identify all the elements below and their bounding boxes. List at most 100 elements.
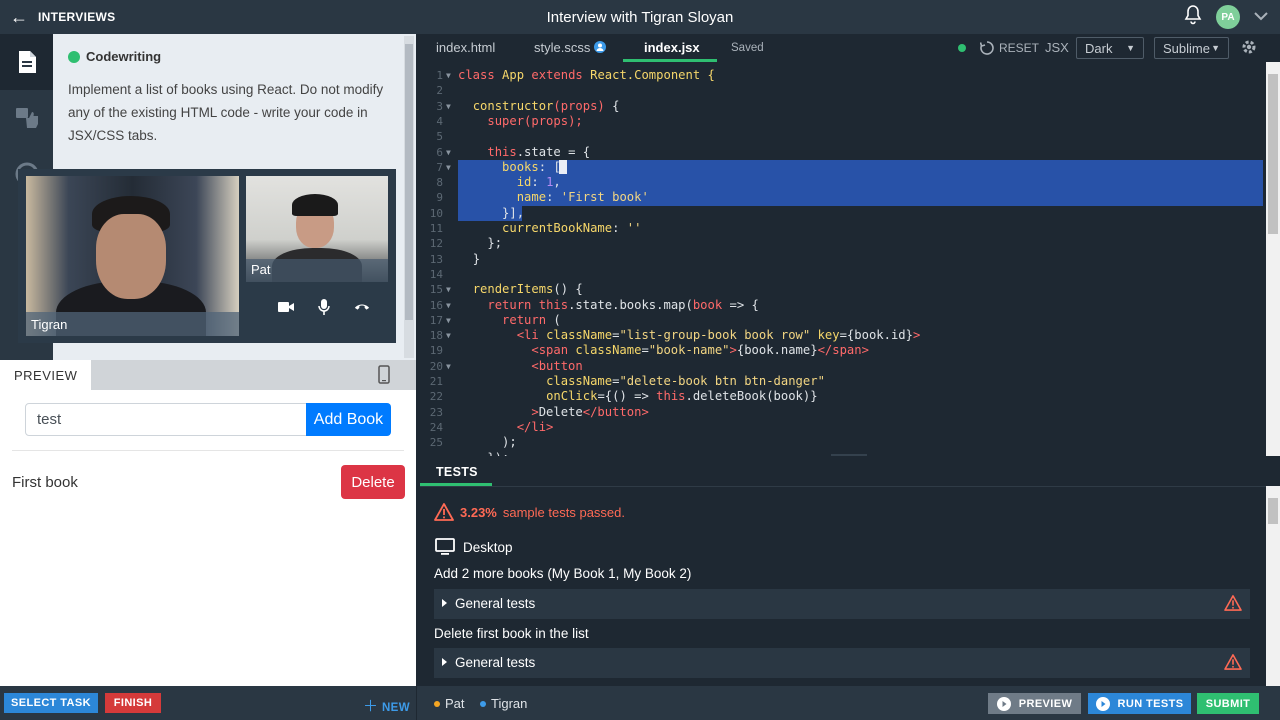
tab-index-html[interactable]: index.html	[436, 40, 495, 55]
hang-up-icon[interactable]	[354, 299, 370, 315]
plus-icon: ＋	[362, 698, 379, 715]
run-tests-button[interactable]: RUN TESTS	[1088, 693, 1191, 714]
rail-item-task[interactable]	[0, 34, 53, 90]
submit-button[interactable]: SUBMIT	[1197, 693, 1259, 714]
left-footer: SELECT TASK FINISH ＋ NEW	[0, 686, 416, 720]
task-header: Codewriting	[53, 34, 416, 64]
line-number: 9	[436, 191, 443, 205]
code-editor[interactable]: class App extends React.Component { cons…	[417, 62, 1266, 456]
thumbs-up-icon	[15, 108, 38, 128]
tests-scrollbar[interactable]	[1266, 486, 1280, 686]
run-tests-label: RUN TESTS	[1117, 697, 1184, 710]
editor-scrollbar[interactable]	[1266, 62, 1280, 456]
tests-summary-label: sample tests passed.	[502, 504, 625, 520]
tests-tab-label: TESTS	[436, 465, 478, 479]
desktop-icon	[435, 538, 455, 555]
task-type-label: Codewriting	[86, 49, 162, 64]
play-icon	[1095, 696, 1110, 711]
gutter-row: 22	[417, 389, 1266, 404]
theme-value: Dark	[1085, 40, 1113, 56]
reset-button[interactable]: RESET	[980, 41, 1039, 55]
collaborator-name: Pat	[445, 696, 465, 711]
fold-toggle-icon[interactable]: ▼	[446, 316, 451, 325]
new-button[interactable]: ＋ NEW	[363, 695, 410, 716]
gutter-row: 10	[417, 206, 1266, 221]
line-number: 19	[429, 344, 443, 358]
collaborator-name: Tigran	[491, 696, 528, 711]
tests-panel: TESTS 3.23% sample tests passed. Desktop…	[420, 456, 1266, 686]
gutter-row: 5	[417, 129, 1266, 144]
fold-toggle-icon[interactable]: ▼	[446, 148, 451, 157]
editor-toolbar: index.html style.scss index.jsx Saved RE…	[417, 34, 1280, 62]
camera-icon[interactable]	[278, 299, 294, 315]
line-number: 8	[436, 176, 443, 190]
keymap-select[interactable]: Sublime ▼	[1154, 37, 1229, 59]
task-scrollbar[interactable]	[404, 36, 414, 358]
fold-toggle-icon[interactable]: ▼	[446, 301, 451, 310]
preview-pane: Add Book First book Delete	[0, 390, 416, 686]
play-icon	[996, 696, 1011, 711]
delete-book-button[interactable]: Delete	[341, 465, 405, 499]
fold-toggle-icon[interactable]: ▼	[446, 71, 451, 80]
fold-toggle-icon[interactable]: ▼	[446, 102, 451, 111]
gutter-row: 4	[417, 114, 1266, 129]
user-color-dot	[434, 700, 440, 707]
user-avatar[interactable]: PA	[1216, 5, 1240, 29]
page-title: Interview with Tigran Sloyan	[546, 8, 734, 26]
line-number: 16	[429, 298, 443, 312]
right-footer: Pat Tigran PREVIEW RUN TESTS SUBMIT	[417, 686, 1280, 720]
device-name: Desktop	[463, 539, 513, 555]
collaborator-pat: Pat	[434, 696, 465, 711]
test-group[interactable]: General tests	[434, 648, 1250, 678]
back-link-interviews[interactable]: INTERVIEWS	[38, 10, 115, 24]
chevron-down-icon[interactable]	[1254, 8, 1268, 26]
gutter-row: 13	[417, 252, 1266, 267]
tab-style-scss[interactable]: style.scss	[534, 40, 606, 55]
line-number: 7	[436, 160, 443, 174]
fold-toggle-icon[interactable]: ▼	[446, 285, 451, 294]
add-book-button[interactable]: Add Book	[306, 403, 391, 436]
caret-down-icon: ▼	[1126, 43, 1135, 53]
line-number: 6	[436, 145, 443, 159]
gutter-row: 16 ▼	[417, 298, 1266, 313]
user-presence-icon	[593, 41, 606, 53]
participant-name-small: Pat	[246, 259, 388, 282]
preview-button[interactable]: PREVIEW	[988, 693, 1081, 714]
line-number: 5	[436, 130, 443, 144]
gutter-row: 19	[417, 343, 1266, 358]
test-group[interactable]: General tests	[434, 589, 1250, 619]
line-number: 20	[429, 359, 443, 373]
back-arrow-icon[interactable]: ←	[10, 7, 38, 28]
gutter-row: 21	[417, 374, 1266, 389]
microphone-icon[interactable]	[316, 299, 332, 315]
book-name-input[interactable]	[25, 403, 307, 436]
new-button-label: NEW	[381, 702, 410, 714]
warning-icon	[1224, 595, 1242, 611]
tab-tests[interactable]: TESTS	[420, 456, 1266, 487]
mobile-view-icon[interactable]	[378, 365, 390, 389]
theme-select[interactable]: Dark ▼	[1076, 37, 1144, 59]
gutter-row: 15 ▼	[417, 282, 1266, 297]
line-number: 17	[429, 313, 443, 327]
gutter-row: 23	[417, 405, 1266, 420]
gutter-row: 25	[417, 435, 1266, 450]
tab-index-jsx[interactable]: index.jsx	[644, 40, 700, 55]
gutter-row: 20 ▼	[417, 359, 1266, 374]
fold-toggle-icon[interactable]: ▼	[446, 362, 451, 371]
tests-percent: 3.23%	[460, 504, 497, 520]
gutter-row: 2	[417, 83, 1266, 98]
finish-button[interactable]: FINISH	[105, 693, 161, 713]
gutter-row: 18 ▼	[417, 328, 1266, 343]
language-label: JSX	[1045, 40, 1069, 55]
fold-toggle-icon[interactable]: ▼	[446, 331, 451, 340]
select-task-button[interactable]: SELECT TASK	[4, 693, 98, 713]
line-number: 25	[429, 436, 443, 450]
rail-item-feedback[interactable]	[0, 90, 53, 146]
gear-icon[interactable]	[1241, 39, 1257, 60]
saved-status: Saved	[731, 42, 764, 54]
fold-toggle-icon[interactable]: ▼	[446, 163, 451, 172]
gutter-row: 8	[417, 175, 1266, 190]
bell-icon[interactable]	[1184, 4, 1202, 30]
tab-preview[interactable]: PREVIEW	[0, 360, 91, 390]
reset-icon	[980, 41, 994, 55]
